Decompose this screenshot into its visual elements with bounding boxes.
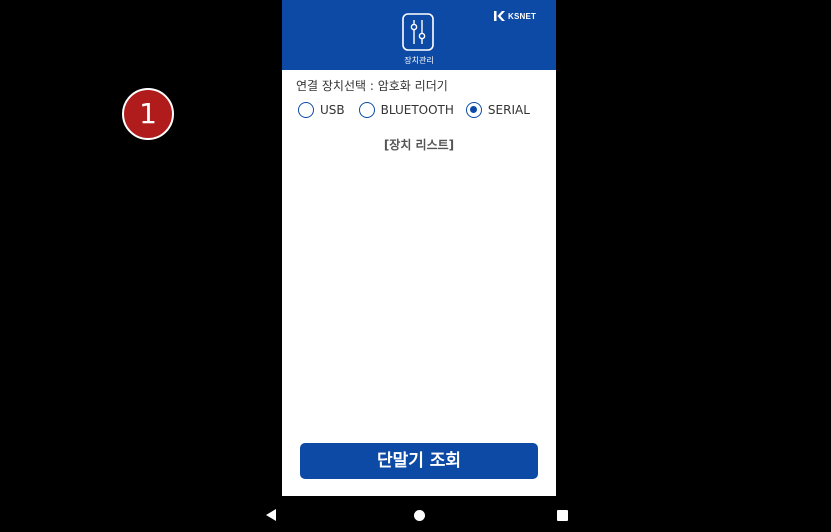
radio-usb-label: USB: [320, 103, 345, 117]
system-nav-bar: [0, 498, 831, 532]
recents-square-icon[interactable]: [557, 510, 568, 521]
screen: 1 장치관리 KSNET 연결 장치선택 : 암호화 리더기 USB BLUET…: [0, 0, 831, 532]
sliders-icon[interactable]: [402, 13, 434, 51]
radio-serial-label: SERIAL: [487, 103, 530, 117]
header-caption: 장치관리: [404, 56, 434, 65]
back-triangle-icon[interactable]: [266, 509, 276, 521]
connection-type-radio-group: USB BLUETOOTH SERIAL: [298, 99, 530, 121]
device-list-title: [장치 리스트]: [383, 138, 455, 152]
radio-bluetooth-label: BLUETOOTH: [380, 103, 454, 117]
radio-usb-circle[interactable]: [298, 102, 314, 118]
app-header: 장치관리 KSNET: [282, 0, 556, 70]
step-badge: 1: [122, 88, 174, 140]
device-select-label: 연결 장치선택 : 암호화 리더기: [296, 79, 448, 93]
radio-bluetooth-circle[interactable]: [358, 102, 375, 118]
radio-serial-circle[interactable]: [465, 102, 482, 118]
query-terminal-button[interactable]: 단말기 조회: [300, 443, 538, 479]
radio-bluetooth[interactable]: BLUETOOTH: [358, 102, 454, 118]
radio-usb[interactable]: USB: [298, 102, 345, 118]
ksnet-logo-icon: [494, 11, 505, 21]
radio-serial[interactable]: SERIAL: [465, 102, 530, 118]
phone-screen: 장치관리 KSNET 연결 장치선택 : 암호화 리더기 USB BLUETOO…: [282, 0, 556, 496]
home-circle-icon[interactable]: [414, 510, 425, 521]
brand-name: KSNET: [508, 11, 537, 21]
brand-logo: KSNET: [494, 9, 536, 23]
